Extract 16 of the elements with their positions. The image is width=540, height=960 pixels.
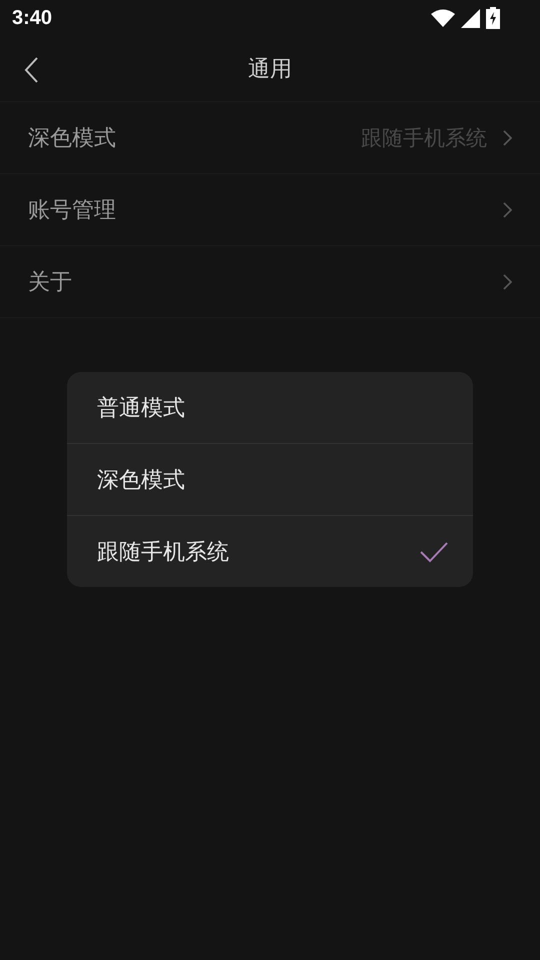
chevron-icon	[503, 274, 512, 290]
settings-item[interactable]: 账号管理	[28, 194, 503, 224]
battery-icon	[486, 7, 500, 29]
menu-option[interactable]: 深色模式	[67, 444, 473, 516]
status-time: 3:40	[12, 6, 52, 30]
wifi-icon	[431, 9, 455, 27]
settings-item[interactable]: 深色模式	[28, 122, 361, 152]
back-icon[interactable]	[24, 57, 40, 83]
page-title: 通用	[248, 56, 292, 84]
settings-item[interactable]: 关于	[28, 266, 503, 296]
menu-option[interactable]: 普通模式	[67, 372, 473, 444]
check-icon	[419, 540, 449, 562]
signal-icon	[461, 8, 480, 28]
chevron-icon	[503, 202, 512, 218]
menu-option[interactable]: 跟随手机系统	[67, 516, 473, 587]
chevron-icon	[503, 130, 512, 146]
